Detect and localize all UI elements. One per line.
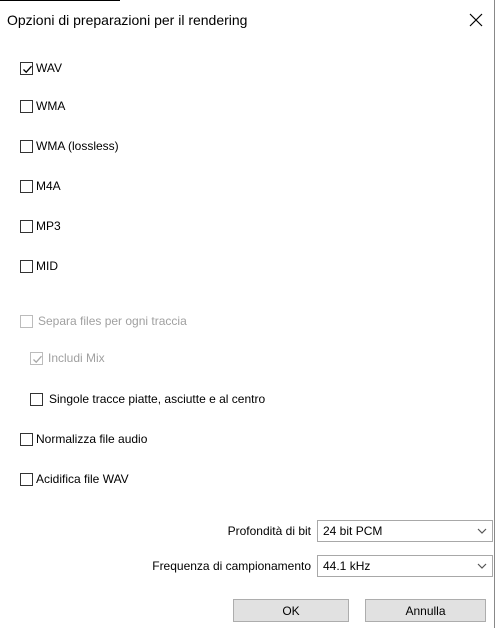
format-label: MP3 [36, 219, 61, 233]
close-button[interactable] [462, 8, 490, 32]
checkbox-box[interactable] [30, 351, 43, 365]
flat-dry-centered-checkbox[interactable]: Singole tracce piatte, asciutte e al cen… [30, 389, 265, 409]
format-wav-checkbox[interactable]: WAV [20, 58, 62, 78]
include-mix-checkbox[interactable]: Includi Mix [30, 348, 105, 368]
normalize-audio-checkbox[interactable]: Normalizza file audio [20, 429, 147, 449]
bit-depth-select[interactable]: 24 bit PCM [317, 520, 493, 542]
checkbox-box[interactable] [20, 314, 33, 328]
window-edge [0, 0, 120, 1]
checkmark-icon [23, 65, 32, 73]
format-m4a-checkbox[interactable]: M4A [20, 176, 61, 196]
sample-rate-value: 44.1 kHz [323, 559, 371, 573]
chevron-down-icon [477, 563, 487, 569]
checkbox-box[interactable] [20, 99, 33, 113]
checkbox-box[interactable] [20, 139, 33, 153]
format-label: M4A [36, 179, 61, 193]
option-label: Includi Mix [48, 351, 105, 365]
checkbox-box[interactable] [20, 472, 33, 486]
checkmark-icon [33, 355, 42, 363]
checkbox-box[interactable] [20, 219, 33, 233]
format-label: WMA (lossless) [36, 139, 119, 153]
option-label: Acidifica file WAV [36, 472, 129, 486]
checkbox-box[interactable] [20, 259, 33, 273]
close-icon [469, 13, 483, 27]
checkbox-box[interactable] [30, 392, 43, 406]
format-label: WAV [36, 61, 62, 75]
separate-files-checkbox[interactable]: Separa files per ogni traccia [20, 311, 187, 331]
option-label: Singole tracce piatte, asciutte e al cen… [49, 392, 266, 406]
bit-depth-value: 24 bit PCM [323, 524, 383, 538]
chevron-down-icon [477, 528, 487, 534]
format-wma-lossless-checkbox[interactable]: WMA (lossless) [20, 136, 119, 156]
format-wma-checkbox[interactable]: WMA [20, 96, 65, 116]
render-options-dialog: Opzioni di preparazioni per il rendering… [0, 0, 495, 628]
format-mid-checkbox[interactable]: MID [20, 256, 58, 276]
dialog-title: Opzioni di preparazioni per il rendering [7, 12, 248, 28]
checkbox-box[interactable] [20, 179, 33, 193]
option-label: Separa files per ogni traccia [38, 314, 187, 328]
option-label: Normalizza file audio [36, 432, 148, 446]
format-mp3-checkbox[interactable]: MP3 [20, 216, 61, 236]
sample-rate-label: Frequenza di campionamento [152, 559, 311, 573]
bit-depth-label: Profondità di bit [227, 524, 311, 538]
format-label: MID [36, 259, 58, 273]
format-label: WMA [36, 99, 66, 113]
sample-rate-select[interactable]: 44.1 kHz [317, 555, 493, 577]
acidify-wav-checkbox[interactable]: Acidifica file WAV [20, 469, 129, 489]
checkbox-box[interactable] [20, 432, 33, 446]
checkbox-box[interactable] [20, 61, 33, 75]
cancel-button[interactable]: Annulla [365, 599, 486, 622]
ok-button[interactable]: OK [233, 599, 349, 622]
